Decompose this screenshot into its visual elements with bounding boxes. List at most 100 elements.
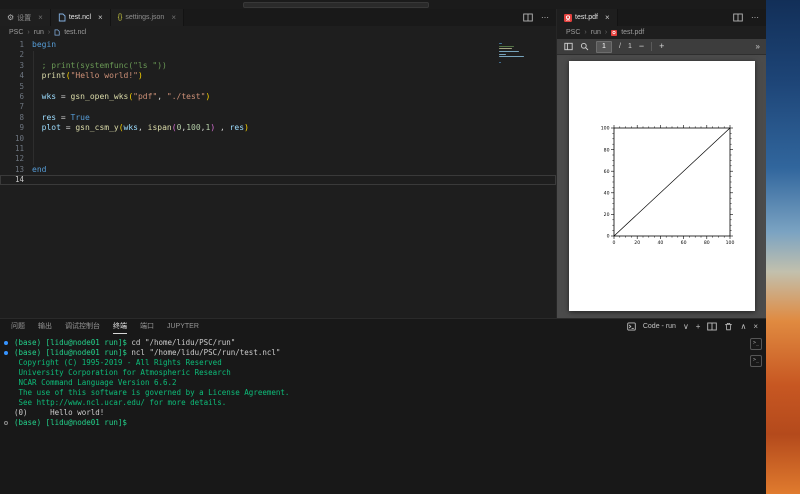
tab-label: test.pdf (575, 14, 598, 21)
breadcrumb-item-psc[interactable]: PSC (566, 29, 580, 36)
panel-tab-output[interactable]: 输出 (38, 319, 52, 334)
code-line: 8 res = True (19, 112, 90, 122)
split-editor-icon[interactable] (523, 13, 533, 22)
close-icon[interactable]: × (98, 13, 103, 22)
maximize-panel-icon[interactable]: ∧ (740, 322, 746, 331)
panel-tab-debug-console[interactable]: 调试控制台 (65, 319, 100, 334)
breadcrumb: PSC › run › test.ncl (0, 26, 556, 39)
pdf-viewer[interactable]: 0 20 40 60 80 100 0 20 40 60 80 100 (557, 55, 766, 318)
svg-text:60: 60 (603, 169, 609, 175)
code-line: 14 (0, 175, 556, 186)
gear-icon: ⚙ (7, 13, 15, 22)
terminal-line: (base) [lidu@node01 run]$ cd "/home/lidu… (4, 338, 750, 348)
code-line: 7 (19, 102, 24, 112)
command-decoration (4, 341, 8, 345)
pdf-icon (564, 13, 572, 22)
terminal-icon (627, 322, 636, 331)
tab-test-ncl[interactable]: test.ncl × (50, 9, 111, 26)
breadcrumb-item-file[interactable]: test.pdf (621, 29, 644, 36)
command-decoration (4, 351, 8, 355)
panel-tab-ports[interactable]: 端口 (140, 319, 154, 334)
svg-text:80: 80 (703, 240, 709, 246)
terminal-profile-label[interactable]: Code - run (643, 323, 676, 330)
close-icon[interactable]: × (38, 13, 43, 22)
toolbar-divider (651, 42, 653, 51)
title-bar (0, 0, 766, 9)
svg-text:100: 100 (600, 126, 609, 132)
editor-actions-left: ⋯ (523, 9, 556, 26)
code-line: 11 (14, 143, 24, 153)
breadcrumb-item-run[interactable]: run (591, 29, 601, 36)
pdf-icon (611, 29, 618, 36)
split-terminal-icon[interactable] (707, 322, 718, 331)
page-total: 1 (627, 43, 632, 50)
tab-settings-json[interactable]: {} settings.json × (110, 9, 184, 26)
json-icon: {} (117, 14, 123, 21)
svg-text:40: 40 (657, 240, 663, 246)
breadcrumb-item-run[interactable]: run (34, 29, 44, 36)
editor-actions-right: ⋯ (733, 9, 766, 26)
page-number-input[interactable]: 1 (596, 40, 612, 53)
panel-tabs: 问题 输出 调试控制台 终端 端口 JUPYTER (11, 319, 212, 334)
file-icon (58, 13, 66, 22)
terminal-tab-icon[interactable]: >_ (750, 338, 762, 350)
terminal-line: See http://www.ncl.ucar.edu/ for more de… (14, 398, 227, 407)
code-line: 9 plot = gsn_csm_y(wks, ispan(0,100,1) ,… (19, 123, 249, 133)
zoom-in-button[interactable]: + (659, 42, 664, 51)
chevron-right-icon: › (604, 29, 608, 36)
desktop-wallpaper (766, 0, 800, 494)
close-panel-icon[interactable]: × (753, 322, 758, 331)
tab-settings[interactable]: ⚙ 设置 × (0, 9, 51, 26)
sidebar-toggle-icon[interactable] (564, 42, 573, 51)
breadcrumb-item-psc[interactable]: PSC (9, 29, 23, 36)
svg-text:60: 60 (680, 240, 686, 246)
svg-text:20: 20 (603, 212, 609, 218)
vscode-window: ⚙ 设置 × test.ncl × {} settings.json × ⋯ P… (0, 0, 766, 494)
code-line: 12 (14, 154, 24, 164)
breadcrumb: PSC › run › test.pdf (557, 26, 766, 39)
file-icon (54, 29, 60, 36)
page-separator: / (619, 43, 621, 50)
split-editor-icon[interactable] (733, 13, 743, 22)
search-icon[interactable] (580, 42, 589, 51)
terminal-line: NCAR Command Language Version 6.6.2 (14, 378, 177, 387)
close-icon[interactable]: × (605, 13, 610, 22)
more-actions-icon[interactable]: ⋯ (541, 13, 549, 22)
svg-text:80: 80 (603, 147, 609, 153)
tab-test-pdf[interactable]: test.pdf × (557, 9, 618, 26)
code-line: 2 (19, 50, 24, 60)
minimap[interactable] (499, 43, 549, 66)
svg-text:40: 40 (603, 191, 609, 197)
chevron-down-icon[interactable]: ∨ (683, 322, 689, 331)
code-line: 5 (19, 81, 24, 91)
terminal-tab-icon[interactable]: >_ (750, 355, 762, 367)
close-icon[interactable]: × (171, 13, 176, 22)
svg-text:20: 20 (634, 240, 640, 246)
indent-guide (33, 50, 34, 165)
toolbar-overflow-button[interactable]: » (756, 42, 761, 51)
screen: ⚙ 设置 × test.ncl × {} settings.json × ⋯ P… (0, 0, 800, 494)
panel-tab-jupyter[interactable]: JUPYTER (167, 319, 199, 334)
bottom-panel: 问题 输出 调试控制台 终端 端口 JUPYTER Code - run ∨ + ∧ × … (0, 318, 766, 494)
editor-group-left: ⚙ 设置 × test.ncl × {} settings.json × ⋯ P… (0, 9, 556, 318)
trash-icon[interactable] (724, 322, 733, 331)
svg-text:0: 0 (606, 234, 609, 240)
terminal-line: (base) [lidu@node01 run]$ ncl "/home/lid… (4, 348, 750, 358)
zoom-out-button[interactable]: − (639, 42, 644, 51)
chevron-right-icon: › (584, 29, 587, 36)
code-line: 13 end (14, 164, 47, 174)
breadcrumb-item-file[interactable]: test.ncl (64, 29, 86, 36)
code-line: 10 (14, 133, 24, 143)
pdf-page: 0 20 40 60 80 100 0 20 40 60 80 100 (568, 61, 755, 311)
panel-tab-terminal[interactable]: 终端 (113, 319, 127, 334)
code-editor[interactable]: 1 begin 2 3 ; print(systemfunc("ls ")) 4 pr… (0, 39, 556, 318)
code-line: 6 wks = gsn_open_wks("pdf", "./test") (19, 91, 211, 101)
terminal[interactable]: (base) [lidu@node01 run]$ cd "/home/lidu… (0, 334, 750, 494)
editor-lines: 1 begin 2 3 ; print(systemfunc("ls ")) 4 pr… (0, 40, 556, 186)
panel-tab-problems[interactable]: 问题 (11, 319, 25, 334)
command-center[interactable] (243, 2, 429, 8)
pdf-toolbar: 1 / 1 − + » (557, 39, 766, 55)
new-terminal-button[interactable]: + (696, 322, 701, 331)
tab-bar-left: ⚙ 设置 × test.ncl × {} settings.json × ⋯ (0, 9, 556, 26)
more-actions-icon[interactable]: ⋯ (751, 13, 759, 22)
